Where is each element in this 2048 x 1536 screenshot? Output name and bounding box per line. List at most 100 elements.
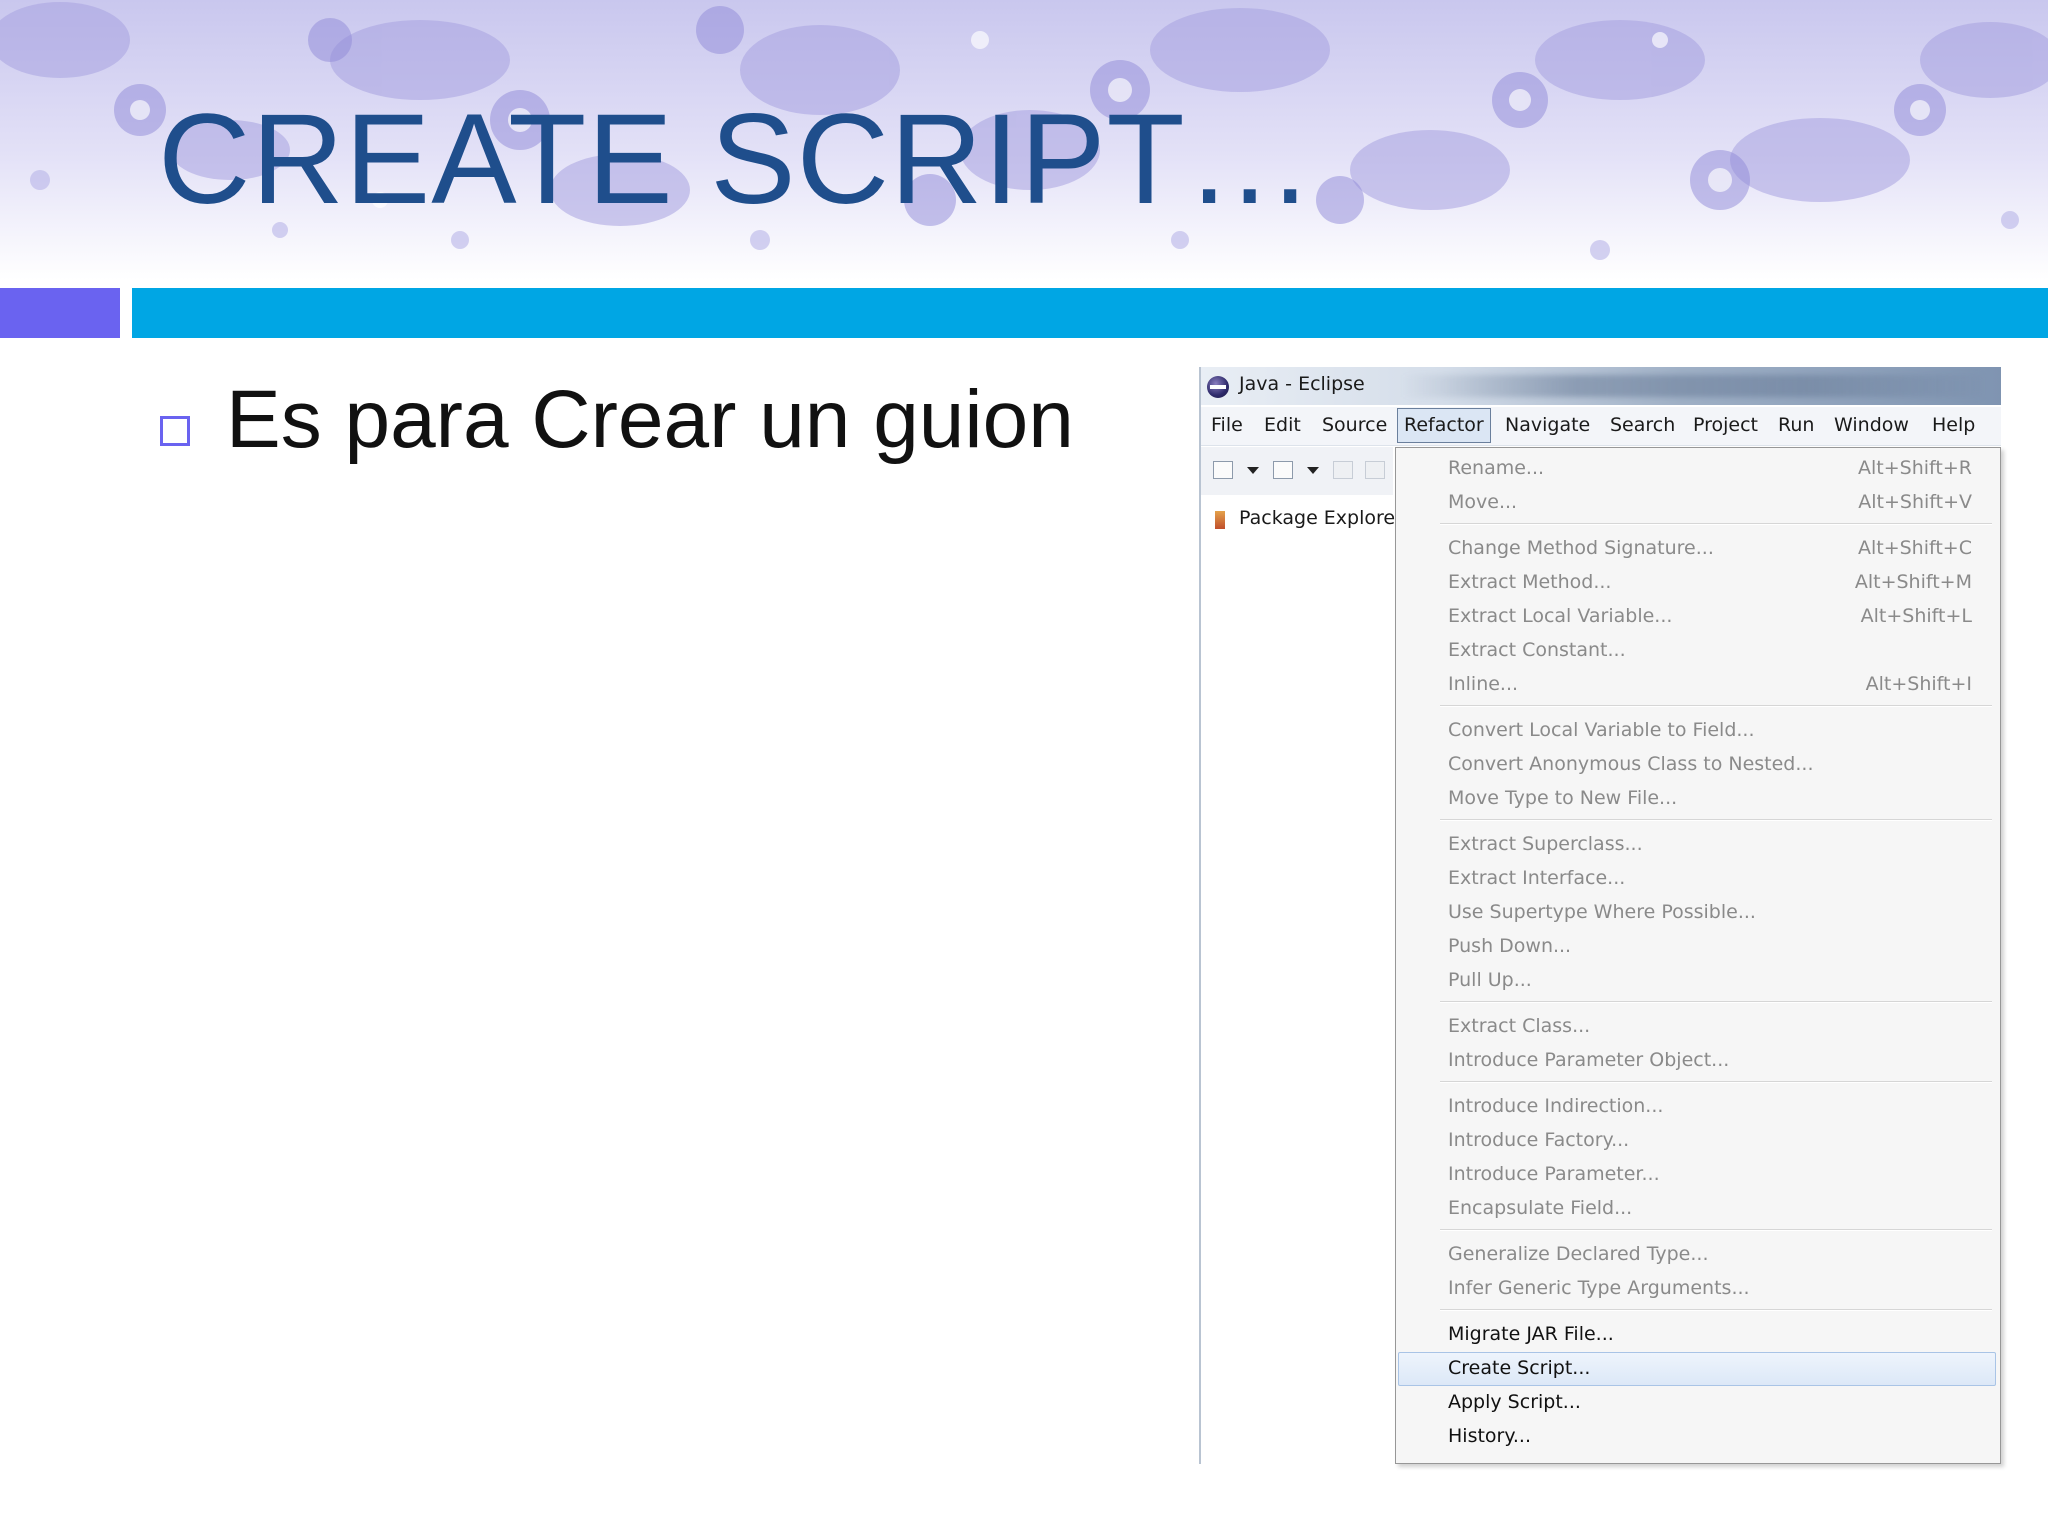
menu-item-label: Generalize Declared Type... xyxy=(1448,1243,1709,1265)
bullet-item: Es para Crear un guion xyxy=(160,370,1074,470)
new-package-icon[interactable] xyxy=(1273,461,1293,479)
menu-item-move[interactable]: Move... Alt+Shift+V xyxy=(1398,486,1996,520)
floral-banner: CREATE SCRIPT… xyxy=(0,0,2048,280)
menu-item-label: Introduce Parameter... xyxy=(1448,1163,1660,1185)
menu-item-label: History... xyxy=(1448,1425,1532,1447)
menu-item-label: Encapsulate Field... xyxy=(1448,1197,1633,1219)
menu-item-label: Extract Superclass... xyxy=(1448,833,1643,855)
menu-item-label: Move Type to New File... xyxy=(1448,787,1678,809)
print-icon xyxy=(1365,461,1385,479)
refactor-dropdown-menu: Rename... Alt+Shift+R Move... Alt+Shift+V … xyxy=(1395,447,2001,1464)
accent-block xyxy=(0,288,120,338)
menu-item-extract-local-variable[interactable]: Extract Local Variable... Alt+Shift+L xyxy=(1398,600,1996,634)
toolbar xyxy=(1201,447,1393,495)
menu-item-extract-class[interactable]: Extract Class... xyxy=(1398,1010,1996,1044)
menu-item-label: Pull Up... xyxy=(1448,969,1532,991)
menu-help[interactable]: Help xyxy=(1932,407,1975,443)
menu-item-introduce-parameter[interactable]: Introduce Parameter... xyxy=(1398,1158,1996,1192)
menu-item-pull-up[interactable]: Pull Up... xyxy=(1398,964,1996,998)
menu-item-migrate-jar[interactable]: Migrate JAR File... xyxy=(1398,1318,1996,1352)
eclipse-window: Java - Eclipse File Edit Source Refactor… xyxy=(1199,367,2001,1464)
menu-separator xyxy=(1440,1001,1992,1003)
menu-edit[interactable]: Edit xyxy=(1264,407,1301,443)
menu-window[interactable]: Window xyxy=(1834,407,1909,443)
menu-item-extract-superclass[interactable]: Extract Superclass... xyxy=(1398,828,1996,862)
blurred-title-area xyxy=(1401,375,1981,397)
menu-item-history[interactable]: History... xyxy=(1398,1420,1996,1454)
menu-item-shortcut: Alt+Shift+L xyxy=(1860,605,1972,627)
menu-item-label: Extract Class... xyxy=(1448,1015,1591,1037)
menu-item-shortcut: Alt+Shift+C xyxy=(1857,537,1972,559)
menu-item-introduce-indirection[interactable]: Introduce Indirection... xyxy=(1398,1090,1996,1124)
menu-item-move-type[interactable]: Move Type to New File... xyxy=(1398,782,1996,816)
menu-item-push-down[interactable]: Push Down... xyxy=(1398,930,1996,964)
menu-item-label: Create Script... xyxy=(1448,1357,1591,1379)
menu-item-encapsulate-field[interactable]: Encapsulate Field... xyxy=(1398,1192,1996,1226)
menu-item-create-script[interactable]: Create Script... xyxy=(1398,1352,1996,1386)
menu-source[interactable]: Source xyxy=(1322,407,1387,443)
package-explorer-label: Package Explore xyxy=(1239,507,1396,529)
menu-item-inline[interactable]: Inline... Alt+Shift+I xyxy=(1398,668,1996,702)
menu-item-shortcut: Alt+Shift+R xyxy=(1858,457,1972,479)
package-explorer-tab[interactable]: Package Explore xyxy=(1201,501,1396,541)
menu-item-label: Infer Generic Type Arguments... xyxy=(1448,1277,1750,1299)
menu-bar: File Edit Source Refactor Navigate Searc… xyxy=(1201,407,2001,446)
menu-project[interactable]: Project xyxy=(1693,407,1758,443)
menu-item-label: Extract Constant... xyxy=(1448,639,1626,661)
menu-item-label: Rename... xyxy=(1448,457,1545,479)
menu-item-label: Apply Script... xyxy=(1448,1391,1581,1413)
menu-separator xyxy=(1440,1229,1992,1231)
new-icon[interactable] xyxy=(1213,461,1233,479)
menu-item-shortcut: Alt+Shift+V xyxy=(1858,491,1972,513)
menu-search[interactable]: Search xyxy=(1610,407,1675,443)
menu-item-label: Extract Interface... xyxy=(1448,867,1626,889)
dropdown-arrow-icon[interactable] xyxy=(1307,467,1319,474)
menu-separator xyxy=(1440,1309,1992,1311)
menu-item-label: Introduce Factory... xyxy=(1448,1129,1630,1151)
menu-run[interactable]: Run xyxy=(1778,407,1814,443)
menu-item-introduce-parameter-object[interactable]: Introduce Parameter Object... xyxy=(1398,1044,1996,1078)
menu-item-apply-script[interactable]: Apply Script... xyxy=(1398,1386,1996,1420)
menu-separator xyxy=(1440,705,1992,707)
menu-item-shortcut: Alt+Shift+M xyxy=(1854,571,1972,593)
menu-item-introduce-factory[interactable]: Introduce Factory... xyxy=(1398,1124,1996,1158)
window-title: Java - Eclipse xyxy=(1239,373,1365,395)
dropdown-arrow-icon[interactable] xyxy=(1247,467,1259,474)
menu-item-generalize-declared-type[interactable]: Generalize Declared Type... xyxy=(1398,1238,1996,1272)
menu-separator xyxy=(1440,819,1992,821)
menu-item-extract-method[interactable]: Extract Method... Alt+Shift+M xyxy=(1398,566,1996,600)
menu-item-change-method-signature[interactable]: Change Method Signature... Alt+Shift+C xyxy=(1398,532,1996,566)
menu-item-extract-interface[interactable]: Extract Interface... xyxy=(1398,862,1996,896)
menu-item-shortcut: Alt+Shift+I xyxy=(1865,673,1972,695)
menu-item-convert-anonymous-class[interactable]: Convert Anonymous Class to Nested... xyxy=(1398,748,1996,782)
menu-item-label: Convert Anonymous Class to Nested... xyxy=(1448,753,1814,775)
menu-item-label: Change Method Signature... xyxy=(1448,537,1714,559)
menu-item-convert-local-variable[interactable]: Convert Local Variable to Field... xyxy=(1398,714,1996,748)
menu-item-label: Push Down... xyxy=(1448,935,1572,957)
menu-item-label: Extract Local Variable... xyxy=(1448,605,1673,627)
accent-bar xyxy=(132,288,2048,338)
menu-item-rename[interactable]: Rename... Alt+Shift+R xyxy=(1398,452,1996,486)
menu-refactor[interactable]: Refactor xyxy=(1397,408,1491,443)
package-explorer-icon xyxy=(1215,511,1225,529)
menu-item-label: Migrate JAR File... xyxy=(1448,1323,1614,1345)
menu-item-extract-constant[interactable]: Extract Constant... xyxy=(1398,634,1996,668)
menu-item-infer-generic-type[interactable]: Infer Generic Type Arguments... xyxy=(1398,1272,1996,1306)
menu-separator xyxy=(1440,523,1992,525)
menu-item-label: Introduce Indirection... xyxy=(1448,1095,1664,1117)
menu-item-label: Extract Method... xyxy=(1448,571,1612,593)
menu-navigate[interactable]: Navigate xyxy=(1505,407,1590,443)
menu-item-label: Move... xyxy=(1448,491,1518,513)
menu-item-label: Introduce Parameter Object... xyxy=(1448,1049,1730,1071)
menu-item-use-supertype[interactable]: Use Supertype Where Possible... xyxy=(1398,896,1996,930)
menu-item-label: Inline... xyxy=(1448,673,1519,695)
slide-title: CREATE SCRIPT… xyxy=(158,88,1315,231)
menu-file[interactable]: File xyxy=(1211,407,1243,443)
menu-item-label: Use Supertype Where Possible... xyxy=(1448,901,1756,923)
bullet-text: Es para Crear un guion xyxy=(226,374,1074,465)
menu-separator xyxy=(1440,1081,1992,1083)
menu-item-label: Convert Local Variable to Field... xyxy=(1448,719,1755,741)
eclipse-icon xyxy=(1207,376,1229,398)
window-titlebar: Java - Eclipse xyxy=(1201,367,2001,405)
save-icon xyxy=(1333,461,1353,479)
